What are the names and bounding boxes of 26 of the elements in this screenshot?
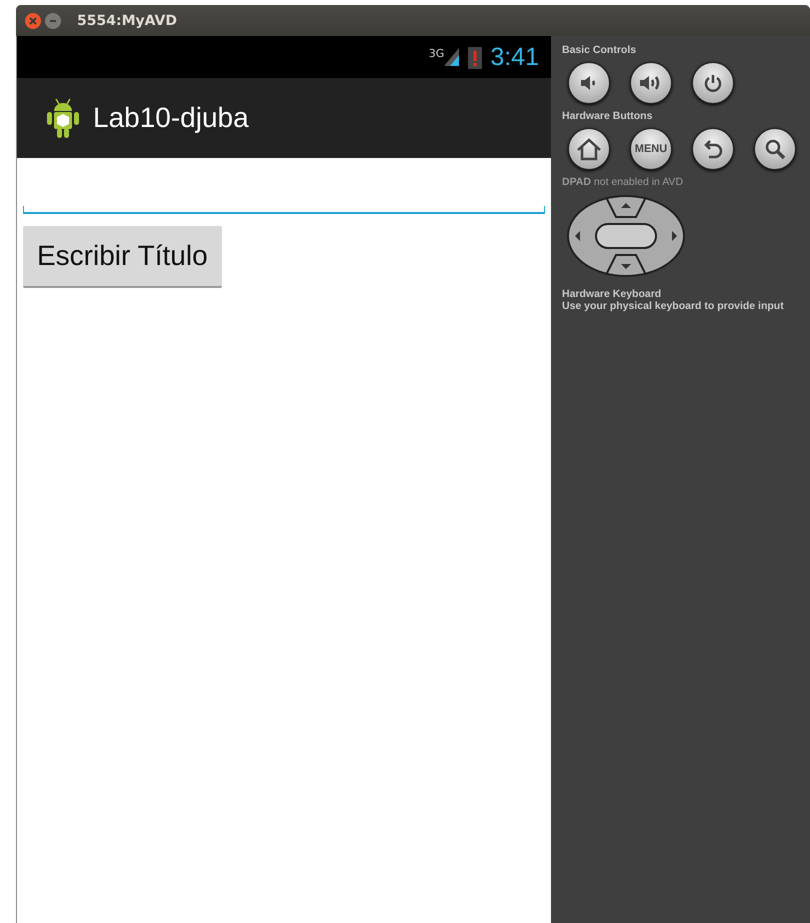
search-icon [764,138,786,160]
signal-icon [444,47,460,67]
app-title: Lab10-djuba [93,102,249,134]
window-title: 5554:MyAVD [77,12,177,28]
volume-up-button[interactable] [630,62,672,104]
home-icon [576,137,602,161]
minimize-button[interactable] [45,12,61,28]
back-button[interactable] [692,128,734,170]
keyboard-title: Hardware Keyboard [562,288,662,300]
status-time: 3:41 [490,42,539,72]
volume-down-button[interactable] [568,62,610,104]
section-label: Hardware Buttons [562,110,654,122]
keyboard-hint: Use your physical keyboard to provide input [562,300,785,312]
battery-icon [468,45,482,69]
write-title-button[interactable]: Escribir Título [23,226,222,288]
menu-button[interactable]: MENU [630,128,672,170]
section-label: Basic Controls [562,44,638,56]
back-icon [702,138,724,160]
dpad-label: DPAD not enabled in AVD [562,176,684,188]
home-button[interactable] [568,128,610,170]
power-button[interactable] [692,62,734,104]
network-label: 3G [428,47,444,60]
search-button[interactable] [754,128,796,170]
close-button[interactable] [25,12,41,28]
close-icon [29,16,37,24]
power-icon [703,73,723,93]
